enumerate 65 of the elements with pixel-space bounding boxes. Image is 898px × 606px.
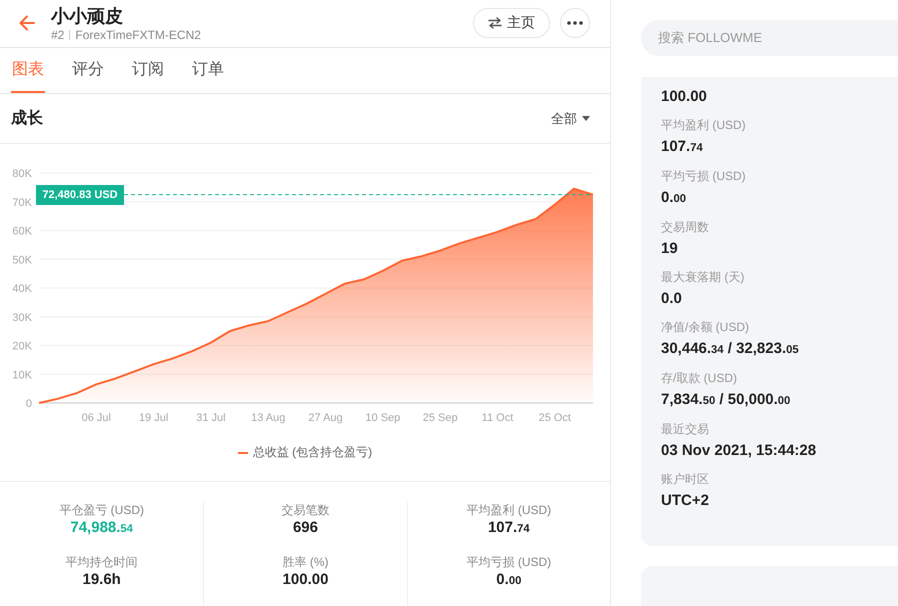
trader-name: 小小顽皮 — [51, 4, 124, 27]
x-axis-label: 06 Jul — [82, 412, 111, 424]
detail-value: 0.0 — [661, 288, 683, 309]
detail-value: 107.74 — [661, 136, 704, 157]
stat-value: 19.6h — [82, 570, 121, 590]
caret-icon — [582, 116, 590, 121]
y-axis-label: 20K — [12, 340, 32, 353]
detail-value: 30,446.34 / 32,823.05 — [661, 338, 800, 359]
back-arrow-icon[interactable] — [17, 13, 37, 34]
stat-value: 107.74 — [488, 518, 530, 538]
home-button[interactable]: 主页 — [473, 8, 550, 38]
search-field[interactable]: 搜索 FOLLOWME — [641, 20, 898, 56]
x-axis-label: 11 Oct — [482, 412, 514, 424]
stat-label: 平仓盈亏 (USD) — [59, 502, 144, 518]
tab[interactable]: 订阅 — [131, 48, 165, 93]
y-axis-label: 0 — [26, 398, 32, 410]
detail-label: 平均盈利 (USD) — [661, 116, 747, 133]
stat-value: 696 — [292, 518, 318, 538]
legend-label[interactable]: 总收益 (包含持仓盈亏) — [252, 444, 372, 462]
section-title: 成长 — [11, 108, 43, 129]
y-axis-label: 30K — [12, 312, 32, 324]
detail-value: 7,834.50 / 50,000.00 — [661, 390, 792, 410]
more-dots-icon — [567, 21, 583, 26]
detail-value: 100.00 — [661, 86, 708, 107]
y-axis-label: 70K — [12, 197, 32, 210]
range-dropdown[interactable]: 全部 — [551, 110, 590, 128]
detail-label: 最近交易 — [661, 420, 710, 437]
detail-value: UTC+2 — [661, 490, 710, 511]
stat-label: 胜率 (%) — [282, 554, 328, 570]
x-axis-label: 25 Sep — [422, 412, 458, 424]
more-button[interactable] — [560, 8, 590, 38]
detail-label: 存/取款 (USD) — [661, 370, 738, 386]
stat-value: 74,988.54 — [70, 518, 133, 538]
rank-text: #2 — [51, 28, 64, 42]
stat-value: 100.00 — [282, 570, 328, 590]
swap-arrows-icon — [488, 17, 502, 30]
x-axis-label: 13 Aug — [251, 412, 286, 424]
detail-label: 净值/余额 (USD) — [661, 318, 750, 335]
detail-label: 交易周数 — [661, 218, 710, 235]
x-axis-label: 25 Oct — [538, 412, 571, 424]
x-axis-label: 31 Jul — [196, 412, 226, 424]
detail-value: 19 — [661, 238, 679, 259]
y-axis-label: 60K — [12, 226, 32, 238]
stat-label: 交易笔数 — [281, 502, 330, 518]
detail-value: 0.00 — [661, 188, 688, 208]
detail-label: 平均亏损 (USD) — [661, 168, 747, 184]
detail-label: 账户时区 — [661, 470, 710, 487]
x-axis-label: 19 Jul — [138, 412, 168, 424]
y-axis-label: 40K — [12, 283, 32, 296]
y-axis-label: 80K — [12, 168, 32, 180]
value-tag: 72,480.83 USD — [36, 184, 124, 205]
stat-label: 平均亏损 (USD) — [466, 554, 552, 570]
tab[interactable]: 订单 — [191, 48, 225, 93]
tab[interactable]: 评分 — [71, 48, 105, 93]
stat-value: 0.00 — [496, 570, 522, 590]
legend-swatch — [238, 452, 248, 454]
server-name: ForexTimeFXTM-ECN2 — [75, 28, 201, 42]
y-axis-label: 10K — [12, 370, 32, 382]
x-axis-label: 27 Aug — [308, 412, 343, 424]
y-axis-label: 50K — [12, 254, 32, 267]
stat-label: 平均盈利 (USD) — [466, 502, 552, 518]
detail-label: 最大衰落期 (天) — [661, 268, 746, 285]
detail-value: 03 Nov 2021, 15:44:28 — [661, 440, 818, 461]
x-axis-label: 10 Sep — [365, 412, 400, 424]
stat-label: 平均持仓时间 — [66, 554, 138, 570]
